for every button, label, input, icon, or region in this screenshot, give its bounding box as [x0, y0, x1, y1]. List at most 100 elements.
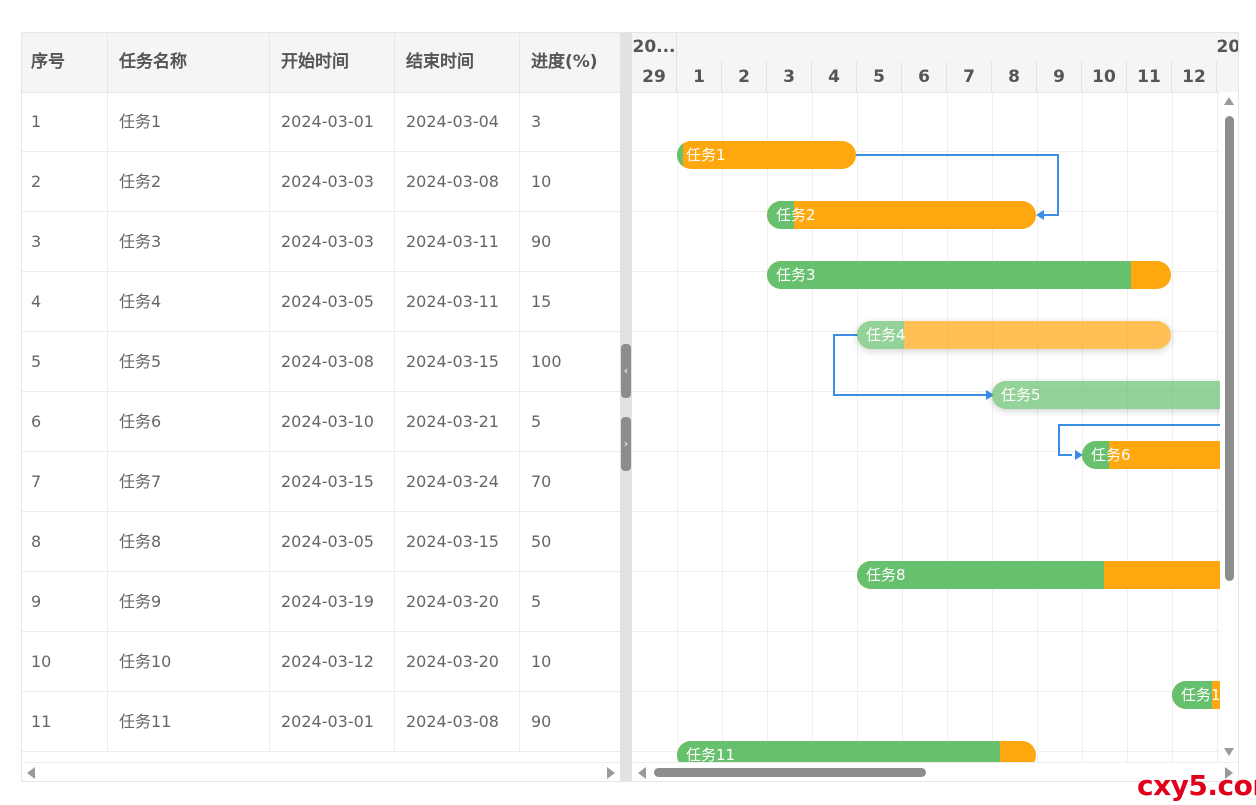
row-task-name: 任务4: [108, 272, 270, 331]
row-end-time: 2024-03-15: [395, 512, 520, 571]
scroll-up-icon[interactable]: [1223, 96, 1235, 106]
bar-label: 任务3: [776, 266, 816, 284]
row-end-time: 2024-03-24: [395, 452, 520, 511]
timeline-day-cell: 7: [947, 62, 992, 92]
row-start-time: 2024-03-08: [270, 332, 395, 391]
timeline-day-cell: 4: [812, 62, 857, 92]
header-task-name[interactable]: 任务名称: [108, 33, 270, 92]
table-row[interactable]: 5 任务5 2024-03-08 2024-03-15 100: [22, 332, 620, 392]
row-task-name: 任务8: [108, 512, 270, 571]
gantt-vertical-scrollbar[interactable]: [1220, 92, 1238, 762]
row-task-name: 任务1: [108, 92, 270, 151]
scroll-left-icon[interactable]: [638, 767, 646, 779]
gantt-bar-task1[interactable]: 任务1: [677, 141, 856, 169]
row-start-time: 2024-03-01: [270, 692, 395, 751]
row-task-name: 任务7: [108, 452, 270, 511]
table-row[interactable]: 1 任务1 2024-03-01 2024-03-04 3: [22, 92, 620, 152]
gantt-bar-task5[interactable]: 任务5: [992, 381, 1220, 409]
row-start-time: 2024-03-19: [270, 572, 395, 631]
table-row[interactable]: 11 任务11 2024-03-01 2024-03-08 90: [22, 692, 620, 752]
row-progress: 3: [531, 112, 542, 131]
horizontal-scroll-thumb[interactable]: [654, 768, 926, 777]
header-progress[interactable]: 进度(%): [520, 33, 620, 92]
timeline-day-cell: 12: [1172, 62, 1217, 92]
row-index: 4: [22, 272, 108, 331]
bar-progress: [677, 141, 683, 169]
grid-column: [812, 92, 858, 762]
row-progress: 90: [531, 232, 552, 251]
row-end-time: 2024-03-11: [395, 272, 520, 331]
bar-label: 任务2: [776, 206, 816, 224]
collapse-left-icon[interactable]: ‹: [621, 344, 631, 398]
header-index[interactable]: 序号: [22, 33, 108, 92]
row-task-name: 任务6: [108, 392, 270, 451]
row-index: 9: [22, 572, 108, 631]
table-row[interactable]: 3 任务3 2024-03-03 2024-03-11 90: [22, 212, 620, 272]
timeline-day-cell: 1: [677, 62, 722, 92]
gantt-chart: 20... 202 29123456789101112 任务1 任务2 任务3: [632, 33, 1238, 781]
row-progress: 50: [531, 532, 552, 551]
scroll-left-icon[interactable]: [27, 767, 35, 779]
panel-splitter[interactable]: ‹ ›: [620, 33, 632, 781]
row-progress: 100: [531, 352, 562, 371]
scroll-down-icon[interactable]: [1223, 747, 1235, 757]
table-row[interactable]: 2 任务2 2024-03-03 2024-03-08 10: [22, 152, 620, 212]
watermark: cxy5.com: [1137, 769, 1256, 802]
row-task-name: 任务10: [108, 632, 270, 691]
timeline-day-cell: 29: [632, 62, 677, 92]
row-start-time: 2024-03-05: [270, 512, 395, 571]
row-end-time: 2024-03-21: [395, 392, 520, 451]
row-progress: 5: [531, 592, 542, 611]
row-end-time: 2024-03-20: [395, 632, 520, 691]
bar-label: 任务11: [686, 746, 736, 762]
timeline-day-cell: 5: [857, 62, 902, 92]
gantt-bar-task10[interactable]: 任务1: [1172, 681, 1220, 709]
scroll-right-icon[interactable]: [607, 767, 615, 779]
row-index: 8: [22, 512, 108, 571]
grid-column: [857, 92, 903, 762]
row-index: 2: [22, 152, 108, 211]
table-row[interactable]: 7 任务7 2024-03-15 2024-03-24 70: [22, 452, 620, 512]
row-progress: 70: [531, 472, 552, 491]
gantt-bar-task8[interactable]: 任务8: [857, 561, 1220, 589]
task-table: 序号 任务名称 开始时间 结束时间 进度(%) 1 任务1 2024-03-01 20…: [22, 33, 620, 781]
grid-column: [1172, 92, 1218, 762]
expand-right-icon[interactable]: ›: [621, 417, 631, 471]
timeline-month-label: 202: [1216, 37, 1239, 57]
table-row[interactable]: 6 任务6 2024-03-10 2024-03-21 5: [22, 392, 620, 452]
timeline-day-cell: 3: [767, 62, 812, 92]
row-task-name: 任务9: [108, 572, 270, 631]
row-index: 10: [22, 632, 108, 691]
table-row[interactable]: 8 任务8 2024-03-05 2024-03-15 50: [22, 512, 620, 572]
table-row[interactable]: 4 任务4 2024-03-05 2024-03-11 15: [22, 272, 620, 332]
bar-label: 任务8: [866, 566, 906, 584]
bar-progress: [767, 261, 1131, 289]
table-row[interactable]: 10 任务10 2024-03-12 2024-03-20 10: [22, 632, 620, 692]
gantt-body: 任务1 任务2 任务3 任务4 任务5 任务6 任务8 任务1 任务11: [632, 92, 1220, 762]
vertical-scroll-thumb[interactable]: [1225, 116, 1234, 581]
row-start-time: 2024-03-03: [270, 212, 395, 271]
grid-column: [722, 92, 768, 762]
header-end-time[interactable]: 结束时间: [395, 33, 520, 92]
grid-column: [1127, 92, 1173, 762]
header-start-time[interactable]: 开始时间: [270, 33, 395, 92]
grid-row-line: [632, 511, 1220, 512]
timeline-month-cell: 20...: [632, 33, 677, 62]
row-index: 6: [22, 392, 108, 451]
timeline-day-cell: 8: [992, 62, 1037, 92]
gantt-bar-task2[interactable]: 任务2: [767, 201, 1036, 229]
row-progress: 10: [531, 652, 552, 671]
row-end-time: 2024-03-04: [395, 92, 520, 151]
gantt-bar-task6[interactable]: 任务6: [1082, 441, 1220, 469]
bar-label: 任务5: [1001, 386, 1041, 404]
table-horizontal-scrollbar[interactable]: [22, 762, 620, 781]
table-row[interactable]: 9 任务9 2024-03-19 2024-03-20 5: [22, 572, 620, 632]
gantt-bar-task4[interactable]: 任务4: [857, 321, 1171, 349]
gantt-bar-task3[interactable]: 任务3: [767, 261, 1171, 289]
timeline-day-cell: 11: [1127, 62, 1172, 92]
row-start-time: 2024-03-03: [270, 152, 395, 211]
grid-column: [677, 92, 723, 762]
grid-row-line: [632, 691, 1220, 692]
timeline-month-scale: 20... 202: [632, 33, 1238, 63]
gantt-bar-task11[interactable]: 任务11: [677, 741, 1036, 762]
